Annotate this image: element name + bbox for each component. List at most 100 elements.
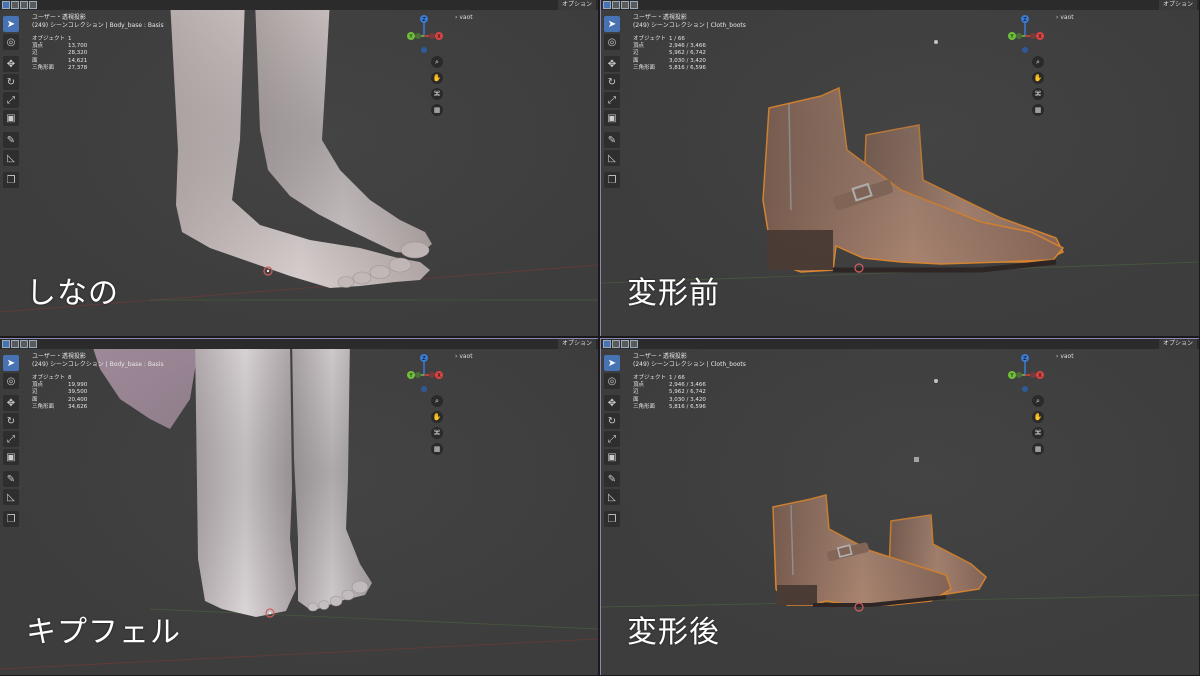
view-buttons[interactable]: ⌕ ✋ ⌘ ▦	[431, 56, 443, 116]
view-info: ユーザー・透視投影 (249) シーンコレクション | Cloth_boots	[633, 353, 746, 369]
view-mode-label: ユーザー・透視投影	[32, 353, 86, 360]
viewport-header[interactable]	[0, 339, 598, 349]
tool-shelf[interactable]: ➤ ◎ ✥ ↻ ⤢ ▣ ✎ ◺ ❐	[604, 16, 621, 188]
transform-tool-icon[interactable]: ▣	[604, 449, 620, 465]
measure-tool-icon[interactable]: ◺	[604, 150, 620, 166]
options-button[interactable]: オプション	[1158, 339, 1197, 349]
select-tool-icon[interactable]: ➤	[604, 355, 620, 371]
collection-label[interactable]: › vaot	[1056, 353, 1074, 360]
annotate-tool-icon[interactable]: ✎	[604, 471, 620, 487]
measure-tool-icon[interactable]: ◺	[604, 489, 620, 505]
zoom-icon[interactable]: ⌕	[1032, 56, 1044, 68]
move-tool-icon[interactable]: ✥	[3, 56, 19, 72]
annotate-tool-icon[interactable]: ✎	[604, 132, 620, 148]
svg-text:X: X	[437, 34, 441, 40]
tool-shelf[interactable]: ➤ ◎ ✥ ↻ ⤢ ▣ ✎ ◺ ❐	[3, 355, 20, 527]
ortho-grid-icon[interactable]: ▦	[431, 443, 443, 455]
stat-row: 辺 39,500	[32, 389, 88, 396]
rotate-tool-icon[interactable]: ↻	[3, 74, 19, 90]
navigation-gizmo[interactable]: Z Y X	[404, 14, 448, 58]
svg-text:Z: Z	[1023, 17, 1027, 23]
annotate-tool-icon[interactable]: ✎	[3, 132, 19, 148]
cursor-tool-icon[interactable]: ◎	[604, 34, 620, 50]
view-buttons[interactable]: ⌕ ✋ ⌘ ▦	[1032, 395, 1044, 455]
viewport-bottom-left[interactable]: オプション ➤ ◎ ✥ ↻ ⤢ ▣ ✎ ◺ ❐ ユーザー・透視投影 (249) …	[0, 338, 598, 675]
measure-tool-icon[interactable]: ◺	[3, 489, 19, 505]
move-tool-icon[interactable]: ✥	[604, 395, 620, 411]
viewport-header[interactable]	[601, 339, 1199, 349]
select-tool-icon[interactable]: ➤	[604, 16, 620, 32]
cursor-tool-icon[interactable]: ◎	[3, 373, 19, 389]
ortho-grid-icon[interactable]: ▦	[1032, 443, 1044, 455]
panel-caption: 変形前	[627, 276, 720, 311]
options-button[interactable]: オプション	[557, 0, 596, 10]
collection-label[interactable]: › vaot	[455, 353, 473, 360]
zoom-icon[interactable]: ⌕	[1032, 395, 1044, 407]
view-buttons[interactable]: ⌕ ✋ ⌘ ▦	[1032, 56, 1044, 116]
annotate-tool-icon[interactable]: ✎	[3, 471, 19, 487]
viewport-bottom-right[interactable]: オプション ➤ ◎ ✥ ↻ ⤢ ▣ ✎ ◺ ❐ ユーザー・透視投影 (249) …	[600, 338, 1199, 675]
measure-tool-icon[interactable]: ◺	[3, 150, 19, 166]
stats-overlay: オブジェクト 8 頂点 19,990 辺 39,500 面 20,400 三角形面 34,…	[32, 375, 87, 411]
transform-tool-icon[interactable]: ▣	[3, 110, 19, 126]
add-cube-tool-icon[interactable]: ❐	[604, 172, 620, 188]
pan-hand-icon[interactable]: ✋	[1032, 411, 1044, 423]
camera-view-icon[interactable]: ⌘	[1032, 88, 1044, 100]
editor-type-icons[interactable]	[603, 340, 638, 348]
stat-row: 三角形面 34,626	[32, 403, 88, 410]
view-info: ユーザー・透視投影 (249) シーンコレクション | Body_base : …	[32, 14, 164, 30]
navigation-gizmo[interactable]: Z Y X	[1005, 14, 1049, 58]
navigation-gizmo[interactable]: Z Y X	[1005, 353, 1049, 397]
scale-tool-icon[interactable]: ⤢	[604, 431, 620, 447]
move-tool-icon[interactable]: ✥	[3, 395, 19, 411]
rotate-tool-icon[interactable]: ↻	[3, 413, 19, 429]
select-tool-icon[interactable]: ➤	[3, 355, 19, 371]
ortho-grid-icon[interactable]: ▦	[431, 104, 443, 116]
add-cube-tool-icon[interactable]: ❐	[604, 511, 620, 527]
rotate-tool-icon[interactable]: ↻	[604, 413, 620, 429]
zoom-icon[interactable]: ⌕	[431, 395, 443, 407]
options-button[interactable]: オプション	[1158, 0, 1197, 10]
camera-view-icon[interactable]: ⌘	[1032, 427, 1044, 439]
navigation-gizmo[interactable]: Z Y X	[404, 353, 448, 397]
move-tool-icon[interactable]: ✥	[604, 56, 620, 72]
options-button[interactable]: オプション	[557, 339, 596, 349]
add-cube-tool-icon[interactable]: ❐	[3, 511, 19, 527]
viewport-top-right[interactable]: オプション ➤ ◎ ✥ ↻ ⤢ ▣ ✎ ◺ ❐ ユーザー・透視投影 (249) …	[600, 0, 1199, 336]
camera-view-icon[interactable]: ⌘	[431, 427, 443, 439]
rotate-tool-icon[interactable]: ↻	[604, 74, 620, 90]
editor-type-icons[interactable]	[2, 1, 37, 9]
ortho-grid-icon[interactable]: ▦	[1032, 104, 1044, 116]
stat-row: 面 20,400	[32, 396, 88, 403]
scene-path-label: (249) シーンコレクション | Cloth_boots	[633, 22, 746, 29]
viewport-header[interactable]	[601, 0, 1199, 10]
pan-hand-icon[interactable]: ✋	[431, 411, 443, 423]
select-tool-icon[interactable]: ➤	[3, 16, 19, 32]
stat-row: 面 3,030 / 3,420	[633, 396, 706, 403]
view-buttons[interactable]: ⌕ ✋ ⌘ ▦	[431, 395, 443, 455]
pan-hand-icon[interactable]: ✋	[431, 72, 443, 84]
collection-label[interactable]: › vaot	[455, 14, 473, 21]
view-mode-label: ユーザー・透視投影	[32, 14, 86, 21]
add-cube-tool-icon[interactable]: ❐	[3, 172, 19, 188]
scale-tool-icon[interactable]: ⤢	[3, 431, 19, 447]
transform-tool-icon[interactable]: ▣	[604, 110, 620, 126]
scale-tool-icon[interactable]: ⤢	[604, 92, 620, 108]
stat-row: 辺 28,320	[32, 50, 88, 57]
tool-shelf[interactable]: ➤ ◎ ✥ ↻ ⤢ ▣ ✎ ◺ ❐	[3, 16, 20, 188]
viewport-top-left[interactable]: オプション ➤ ◎ ✥ ↻ ⤢ ▣ ✎ ◺ ❐ ユーザー・透視投影 (249) …	[0, 0, 598, 336]
pan-hand-icon[interactable]: ✋	[1032, 72, 1044, 84]
editor-type-icons[interactable]	[603, 1, 638, 9]
collection-label[interactable]: › vaot	[1056, 14, 1074, 21]
stats-overlay: オブジェクト 1 / 66 頂点 2,946 / 3,466 辺 5,962 / 6,…	[633, 375, 706, 411]
transform-tool-icon[interactable]: ▣	[3, 449, 19, 465]
scale-tool-icon[interactable]: ⤢	[3, 92, 19, 108]
editor-type-icons[interactable]	[2, 340, 37, 348]
zoom-icon[interactable]: ⌕	[431, 56, 443, 68]
viewport-header[interactable]	[0, 0, 598, 10]
tool-shelf[interactable]: ➤ ◎ ✥ ↻ ⤢ ▣ ✎ ◺ ❐	[604, 355, 621, 527]
stat-row: 辺 5,962 / 6,742	[633, 50, 706, 57]
cursor-tool-icon[interactable]: ◎	[3, 34, 19, 50]
camera-view-icon[interactable]: ⌘	[431, 88, 443, 100]
cursor-tool-icon[interactable]: ◎	[604, 373, 620, 389]
